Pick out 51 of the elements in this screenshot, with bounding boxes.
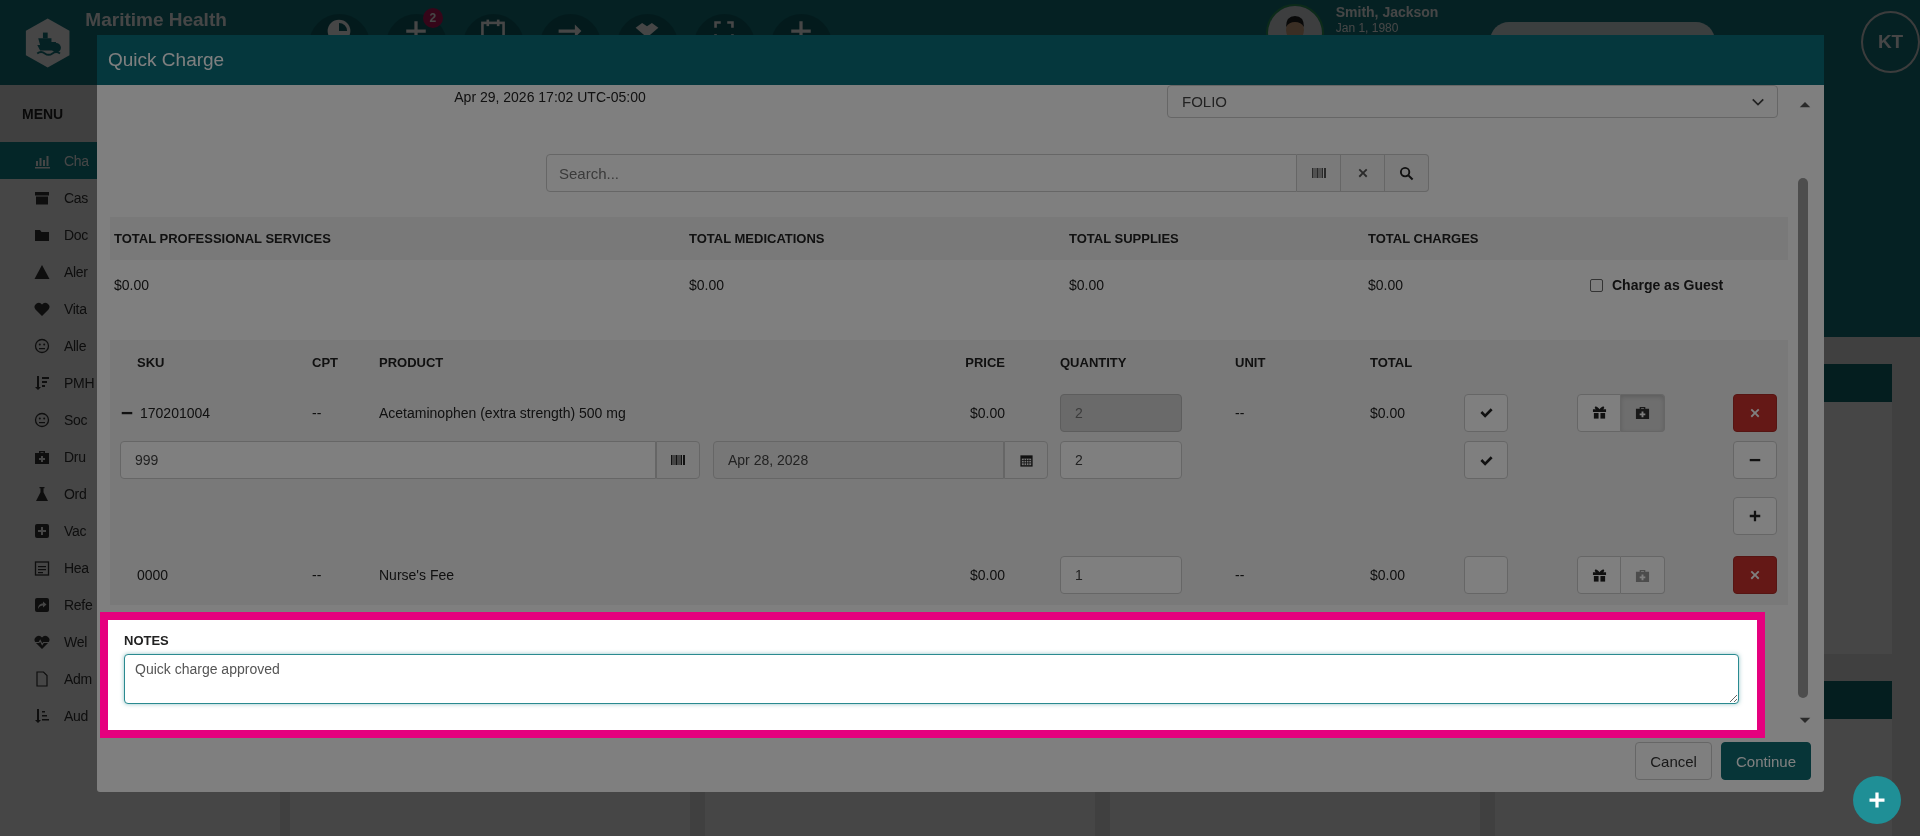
unit-cell-text: -- [1234, 404, 1246, 421]
sku-cell: 170201004 [140, 404, 211, 421]
unit-cell-text: -- [1234, 567, 1246, 583]
timestamp: Apr 29, 2026 17:02 UTC-05:00 [453, 88, 647, 107]
dialog-title: Quick Charge [97, 35, 1824, 85]
patient-dob: Jan 1, 1980 [1335, 21, 1400, 35]
total-cell-text: $0.00 [1369, 567, 1407, 583]
total-value: $0.00 [688, 277, 726, 293]
product-cell-text: Nurse's Fee [378, 567, 456, 583]
total-label: TOTAL SUPPLIES [1068, 231, 1180, 246]
total-cell-text: $0.00 [1369, 404, 1407, 421]
cpt-cell-text: -- [311, 404, 323, 421]
total-value: $0.00 [1367, 277, 1405, 293]
column-header: UNIT [1234, 355, 1267, 370]
sidebar-label: Cha [64, 152, 89, 169]
column-header: SKU [136, 355, 166, 370]
sidebar-label: Ord [64, 485, 87, 502]
sidebar-label: Vita [64, 300, 87, 317]
sidebar-label: Refe [64, 596, 93, 613]
sidebar-label: Adm [64, 670, 92, 687]
brand-name: Maritime Health [85, 9, 228, 31]
checkbox-label: Charge as Guest [1612, 277, 1724, 293]
patient-name: Smith, Jackson [1335, 4, 1439, 20]
sidebar-label: Doc [64, 226, 88, 243]
price-cell-text: $0.00 [968, 404, 1005, 421]
column-header: TOTAL [1369, 355, 1414, 370]
column-header: QUANTITY [1059, 355, 1128, 370]
sidebar-label: Hea [64, 559, 89, 576]
total-label: TOTAL PROFESSIONAL SERVICES [113, 231, 332, 246]
column-header: PRODUCT [378, 355, 445, 370]
total-label: TOTAL MEDICATIONS [688, 231, 826, 246]
sidebar-label: Alle [64, 337, 87, 354]
cpt-cell-text: -- [311, 567, 323, 583]
sidebar-label: PMH [64, 374, 95, 391]
sidebar-label: Cas [64, 189, 88, 206]
column-header: CPT [311, 355, 339, 370]
sidebar-label: Dru [64, 448, 86, 465]
sidebar-label: Vac [64, 522, 87, 539]
sidebar-label: Aud [64, 707, 88, 724]
product-cell-text: Acetaminophen (extra strength) 500 mg [378, 404, 627, 421]
sku-cell: 0000 [137, 567, 169, 583]
sidebar-label: Wel [64, 633, 87, 650]
total-value: $0.00 [113, 277, 151, 293]
sidebar-label: Soc [64, 411, 88, 428]
sidebar-label: Aler [64, 263, 88, 280]
total-label: TOTAL CHARGES [1367, 231, 1480, 246]
notes-label: NOTES [124, 633, 170, 648]
notification-badge: 2 [422, 8, 443, 28]
price-cell-text: $0.00 [968, 567, 1005, 583]
total-value: $0.00 [1068, 277, 1106, 293]
column-header: PRICE [964, 355, 1005, 370]
